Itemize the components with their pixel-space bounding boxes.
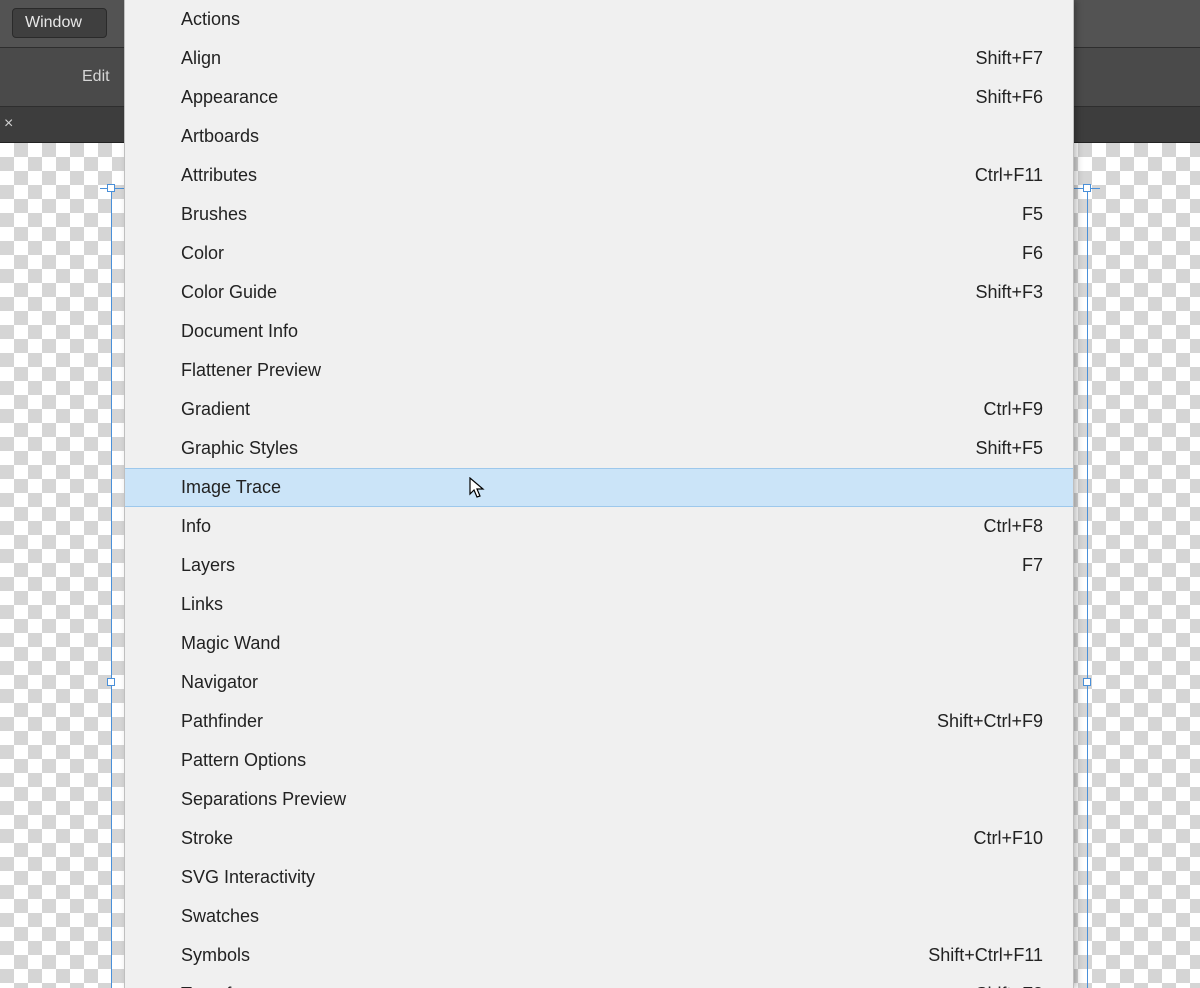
- menu-item-links[interactable]: Links: [125, 585, 1073, 624]
- menu-item-label: Links: [181, 594, 223, 615]
- menu-item-navigator[interactable]: Navigator: [125, 663, 1073, 702]
- menu-item-pathfinder[interactable]: Pathfinder Shift+Ctrl+F9: [125, 702, 1073, 741]
- menu-item-svg-interactivity[interactable]: SVG Interactivity: [125, 858, 1073, 897]
- selection-handle-ml[interactable]: [107, 678, 115, 686]
- menu-item-magic-wand[interactable]: Magic Wand: [125, 624, 1073, 663]
- menu-item-label: Brushes: [181, 204, 247, 225]
- menu-item-label: Pattern Options: [181, 750, 306, 771]
- selection-handle-tr[interactable]: [1083, 184, 1091, 192]
- menu-item-label: Symbols: [181, 945, 250, 966]
- menu-item-swatches[interactable]: Swatches: [125, 897, 1073, 936]
- menu-item-stroke[interactable]: Stroke Ctrl+F10: [125, 819, 1073, 858]
- menu-item-color[interactable]: Color F6: [125, 234, 1073, 273]
- menu-item-image-trace[interactable]: Image Trace: [125, 468, 1073, 507]
- menu-item-label: Stroke: [181, 828, 233, 849]
- menu-item-label: Pathfinder: [181, 711, 263, 732]
- menu-item-label: Layers: [181, 555, 235, 576]
- menu-item-label: Appearance: [181, 87, 278, 108]
- menu-item-label: Artboards: [181, 126, 259, 147]
- menu-item-attributes[interactable]: Attributes Ctrl+F11: [125, 156, 1073, 195]
- menu-item-transform[interactable]: Transform Shift+F8: [125, 975, 1073, 988]
- window-menu-button[interactable]: Window: [12, 8, 107, 38]
- menu-item-document-info[interactable]: Document Info: [125, 312, 1073, 351]
- menu-item-label: Align: [181, 48, 221, 69]
- menu-item-shortcut: Ctrl+F11: [975, 165, 1043, 186]
- tab-close-icon[interactable]: ×: [4, 115, 13, 133]
- menu-item-flattener-preview[interactable]: Flattener Preview: [125, 351, 1073, 390]
- selection-edge-left: [111, 188, 112, 988]
- menu-item-label: Navigator: [181, 672, 258, 693]
- menu-item-label: Color: [181, 243, 224, 264]
- menu-item-label: Graphic Styles: [181, 438, 298, 459]
- menu-item-label: Gradient: [181, 399, 250, 420]
- menu-item-gradient[interactable]: Gradient Ctrl+F9: [125, 390, 1073, 429]
- menu-item-label: Actions: [181, 9, 240, 30]
- menu-item-symbols[interactable]: Symbols Shift+Ctrl+F11: [125, 936, 1073, 975]
- menu-item-label: Magic Wand: [181, 633, 280, 654]
- menu-item-shortcut: Ctrl+F10: [973, 828, 1043, 849]
- menu-item-appearance[interactable]: Appearance Shift+F6: [125, 78, 1073, 117]
- menu-item-label: Separations Preview: [181, 789, 346, 810]
- menu-item-info[interactable]: Info Ctrl+F8: [125, 507, 1073, 546]
- menu-item-actions[interactable]: Actions: [125, 0, 1073, 39]
- partial-label-edit: Edit: [82, 68, 110, 86]
- menu-item-shortcut: Shift+F3: [975, 282, 1043, 303]
- menu-item-shortcut: Ctrl+F9: [983, 399, 1043, 420]
- menu-item-label: Color Guide: [181, 282, 277, 303]
- menu-item-shortcut: F5: [1022, 204, 1043, 225]
- menu-item-shortcut: Shift+F6: [975, 87, 1043, 108]
- menu-item-shortcut: Shift+Ctrl+F9: [937, 711, 1043, 732]
- menu-item-shortcut: Shift+F5: [975, 438, 1043, 459]
- menu-item-brushes[interactable]: Brushes F5: [125, 195, 1073, 234]
- menu-item-label: Flattener Preview: [181, 360, 321, 381]
- menu-item-graphic-styles[interactable]: Graphic Styles Shift+F5: [125, 429, 1073, 468]
- menu-item-label: Info: [181, 516, 211, 537]
- menu-item-artboards[interactable]: Artboards: [125, 117, 1073, 156]
- window-menu-dropdown: Actions Align Shift+F7 Appearance Shift+F6 Ar…: [124, 0, 1074, 988]
- menu-item-shortcut: Ctrl+F8: [983, 516, 1043, 537]
- menu-item-pattern-options[interactable]: Pattern Options: [125, 741, 1073, 780]
- menu-item-shortcut: Shift+F7: [975, 48, 1043, 69]
- menu-item-label: Image Trace: [181, 477, 281, 498]
- menu-item-shortcut: F7: [1022, 555, 1043, 576]
- menu-item-color-guide[interactable]: Color Guide Shift+F3: [125, 273, 1073, 312]
- selection-edge-right: [1087, 188, 1088, 988]
- menu-item-shortcut: Shift+F8: [975, 984, 1043, 988]
- menu-item-layers[interactable]: Layers F7: [125, 546, 1073, 585]
- menu-item-label: Swatches: [181, 906, 259, 927]
- menu-item-shortcut: Shift+Ctrl+F11: [928, 945, 1043, 966]
- menu-item-align[interactable]: Align Shift+F7: [125, 39, 1073, 78]
- menu-item-shortcut: F6: [1022, 243, 1043, 264]
- menu-item-label: Attributes: [181, 165, 257, 186]
- menu-item-label: Transform: [181, 984, 262, 988]
- menu-item-label: Document Info: [181, 321, 298, 342]
- selection-handle-tl[interactable]: [107, 184, 115, 192]
- menu-item-label: SVG Interactivity: [181, 867, 315, 888]
- selection-handle-mr[interactable]: [1083, 678, 1091, 686]
- menu-item-separations-preview[interactable]: Separations Preview: [125, 780, 1073, 819]
